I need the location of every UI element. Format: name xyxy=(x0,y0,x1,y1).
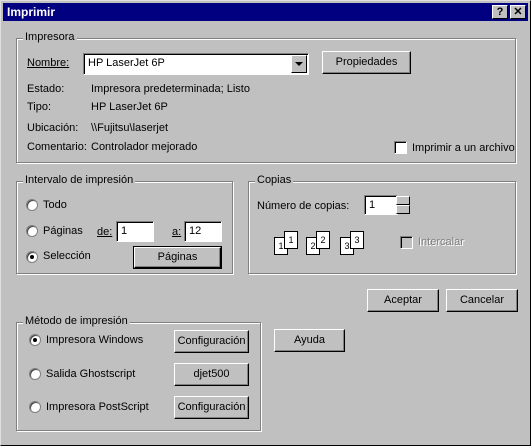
ghostscript-device-button[interactable]: djet500 xyxy=(174,363,249,386)
radio-selection-label: Selección xyxy=(43,250,91,262)
radio-ghostscript[interactable] xyxy=(29,368,41,380)
copy-page-icon: 3 xyxy=(350,231,364,249)
postscript-config-button[interactable]: Configuración xyxy=(174,396,249,419)
close-button[interactable]: ✕ xyxy=(510,5,526,19)
collate-checkbox[interactable] xyxy=(400,236,413,249)
help-button[interactable]: Ayuda xyxy=(274,329,345,352)
from-value: 1 xyxy=(121,225,128,237)
spin-down-icon[interactable] xyxy=(396,205,410,214)
radio-selection[interactable] xyxy=(26,251,38,263)
from-input[interactable]: 1 xyxy=(116,221,154,242)
to-label: a: xyxy=(172,226,182,238)
printer-group-label: Impresora xyxy=(23,31,77,43)
radio-windows[interactable] xyxy=(29,334,41,346)
status-value: Impresora predeterminada; Listo xyxy=(91,83,250,95)
copy-page-icon: 1 xyxy=(284,231,298,249)
chevron-down-icon[interactable] xyxy=(291,55,307,73)
radio-postscript-label: Impresora PostScript xyxy=(46,401,149,413)
ok-button[interactable]: Aceptar xyxy=(367,289,439,312)
properties-button[interactable]: Propiedades xyxy=(322,51,411,74)
title-bar: Imprimir ? ✕ xyxy=(3,3,528,21)
radio-pages[interactable] xyxy=(26,225,38,237)
radio-windows-label: Impresora Windows xyxy=(46,334,144,346)
print-dialog: Imprimir ? ✕ Impresora Nombre: HP LaserJ… xyxy=(0,0,531,446)
pages-button[interactable]: Páginas xyxy=(133,246,222,269)
window-title: Imprimir xyxy=(7,5,56,19)
method-group-label: Método de impresión xyxy=(23,315,130,327)
comment-value: Controlador mejorado xyxy=(91,141,198,153)
radio-postscript[interactable] xyxy=(29,401,41,413)
location-value: \\Fujitsu\laserjet xyxy=(91,122,169,134)
printer-name-label: Nombre: xyxy=(27,57,70,69)
range-group-label: Intervalo de impresión xyxy=(23,174,136,186)
radio-ghostscript-label: Salida Ghostscript xyxy=(46,368,136,380)
type-value: HP LaserJet 6P xyxy=(91,101,168,113)
printer-name-value: HP LaserJet 6P xyxy=(88,57,165,69)
printer-name-select[interactable]: HP LaserJet 6P xyxy=(83,53,309,75)
type-label: Tipo: xyxy=(27,101,52,113)
status-label: Estado: xyxy=(27,83,65,95)
cancel-button[interactable]: Cancelar xyxy=(446,289,518,312)
copies-value: 1 xyxy=(369,199,376,211)
to-value: 12 xyxy=(189,225,202,237)
copies-spinner[interactable] xyxy=(396,196,410,214)
windows-config-button[interactable]: Configuración xyxy=(174,330,249,353)
copies-input[interactable]: 1 xyxy=(364,195,398,215)
comment-label: Comentario: xyxy=(27,141,87,153)
radio-all[interactable] xyxy=(26,199,38,211)
print-to-file-label: Imprimir a un archivo xyxy=(412,142,515,154)
help-title-button[interactable]: ? xyxy=(492,5,508,19)
collate-label: Intercalar xyxy=(418,236,464,248)
radio-all-label: Todo xyxy=(43,199,67,211)
radio-pages-label: Páginas xyxy=(43,225,83,237)
copy-page-icon: 2 xyxy=(316,231,330,249)
print-to-file-checkbox[interactable] xyxy=(394,141,407,154)
copies-label: Número de copias: xyxy=(257,200,350,212)
to-input[interactable]: 12 xyxy=(184,221,222,242)
spin-up-icon[interactable] xyxy=(396,196,410,205)
from-label: de: xyxy=(97,226,113,238)
copies-group-label: Copias xyxy=(255,174,294,186)
location-label: Ubicación: xyxy=(27,122,79,134)
